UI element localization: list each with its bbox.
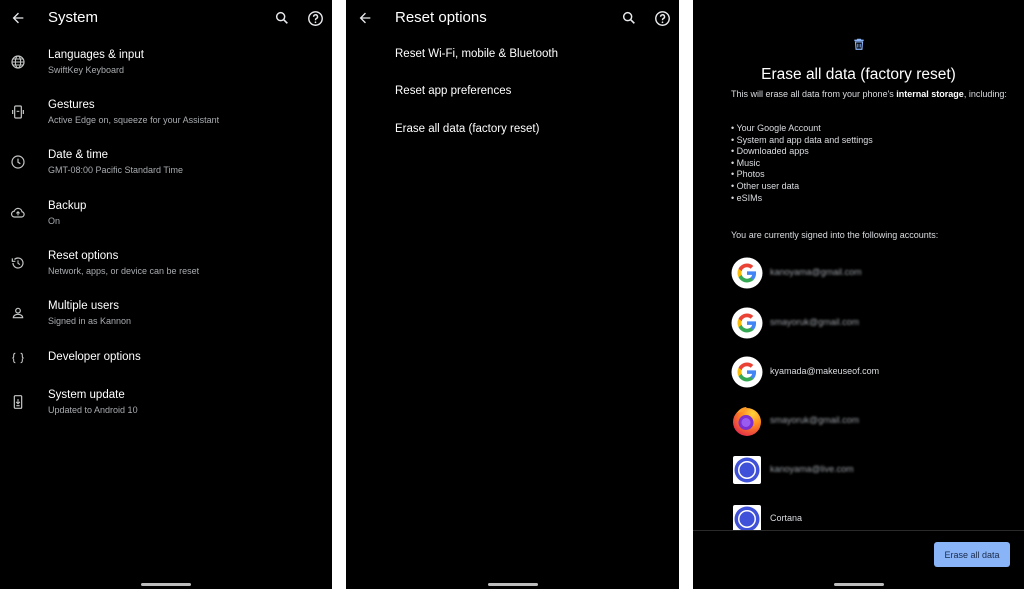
google-logo-icon	[731, 307, 763, 339]
help-button[interactable]	[303, 6, 327, 30]
settings-item-languages[interactable]: Languages & input SwiftKey Keyboard	[0, 40, 332, 84]
reset-wifi-mobile-bluetooth[interactable]: Reset Wi-Fi, mobile & Bluetooth	[346, 40, 679, 70]
page-title: System	[48, 9, 99, 26]
system-settings-screen: System Languages & input SwiftKey Keyboa…	[0, 0, 332, 589]
google-logo-icon	[731, 257, 763, 289]
back-button[interactable]	[6, 6, 30, 30]
list-item: • Downloaded apps	[731, 146, 809, 157]
reset-app-preferences[interactable]: Reset app preferences	[346, 77, 679, 107]
settings-item-gestures[interactable]: Gestures Active Edge on, squeeze for you…	[0, 90, 332, 134]
settings-item-subtitle: Signed in as Kannon	[48, 316, 132, 326]
firefox-logo-icon	[731, 405, 763, 437]
factory-reset-content[interactable]: Erase all data (factory reset) This will…	[693, 0, 1024, 530]
gesture-nav-handle[interactable]	[141, 583, 191, 586]
settings-item-date-time[interactable]: Date & time GMT-08:00 Pacific Standard T…	[0, 140, 332, 184]
cortana-logo-icon	[731, 454, 763, 486]
help-button[interactable]	[650, 6, 674, 30]
settings-item-title: System update	[48, 389, 125, 401]
settings-item-subtitle: Updated to Android 10	[48, 405, 138, 415]
erase-description-text: , including:	[963, 89, 1007, 99]
account-email: kanoyama@live.com	[770, 464, 854, 474]
search-button[interactable]	[617, 6, 641, 30]
account-row: smayoruk@gmail.com	[731, 307, 1011, 341]
back-button[interactable]	[353, 6, 377, 30]
settings-item-title: Backup	[48, 200, 87, 212]
settings-item-title: Reset options	[48, 250, 119, 262]
arrow-back-icon	[359, 12, 371, 24]
page-title: Reset options	[395, 9, 487, 26]
account-email: kyamada@makeuseof.com	[770, 366, 880, 376]
arrow-back-icon	[12, 12, 24, 24]
history-icon	[9, 254, 27, 272]
settings-item-subtitle: On	[48, 216, 61, 226]
list-item: • System and app data and settings	[731, 134, 873, 145]
erase-description-text: This will erase all data from your phone…	[731, 89, 897, 99]
account-row: Cortana	[731, 503, 1011, 530]
account-row: kanoyama@gmail.com	[731, 257, 1011, 291]
search-icon	[622, 11, 635, 24]
cloud-upload-icon	[9, 204, 27, 222]
help-icon	[307, 10, 323, 26]
list-item: • Music	[731, 157, 761, 168]
globe-icon	[9, 53, 27, 71]
search-icon	[275, 11, 288, 24]
signed-in-accounts-label: You are currently signed into the follow…	[731, 230, 939, 240]
bottom-divider	[693, 530, 1024, 531]
phone-gesture-icon	[9, 103, 27, 121]
settings-item-title: Developer options	[48, 351, 141, 363]
settings-item-title: Date & time	[48, 149, 109, 161]
reset-item-label: Reset Wi-Fi, mobile & Bluetooth	[395, 48, 558, 60]
help-icon	[654, 10, 670, 26]
list-item: • eSIMs	[731, 192, 763, 203]
gesture-nav-handle[interactable]	[487, 583, 538, 586]
account-row: kanoyama@live.com	[731, 454, 1011, 488]
reset-item-label: Reset app preferences	[395, 85, 512, 97]
list-item: • Your Google Account	[731, 123, 821, 133]
settings-item-backup[interactable]: Backup On	[0, 191, 332, 235]
settings-item-title: Gestures	[48, 99, 95, 111]
settings-item-system-update[interactable]: System update Updated to Android 10	[0, 380, 332, 424]
account-email: smayoruk@gmail.com	[770, 317, 860, 327]
account-row: kyamada@makeuseof.com	[731, 356, 1011, 390]
settings-item-reset-options[interactable]: Reset options Network, apps, or device c…	[0, 241, 332, 285]
cortana-logo-icon	[731, 503, 763, 530]
top-app-bar: Reset options	[346, 0, 679, 36]
erase-items-list: • Your Google Account • System and app d…	[731, 123, 873, 204]
erase-all-data-button[interactable]: Erase all data	[934, 542, 1010, 567]
braces-icon	[9, 349, 27, 367]
erase-description: This will erase all data from your phone…	[731, 88, 1010, 100]
settings-item-title: Multiple users	[48, 300, 119, 312]
settings-item-subtitle: SwiftKey Keyboard	[48, 65, 125, 75]
google-logo-icon	[731, 356, 763, 388]
account-email: kanoyama@gmail.com	[770, 267, 862, 277]
settings-item-subtitle: Active Edge on, squeeze for your Assista…	[48, 115, 220, 125]
internal-storage-label: internal storage	[896, 89, 964, 99]
search-button[interactable]	[270, 6, 294, 30]
list-item: • Photos	[731, 169, 765, 180]
clock-icon	[9, 153, 27, 171]
settings-item-subtitle: GMT-08:00 Pacific Standard Time	[48, 165, 184, 175]
settings-item-developer-options[interactable]: Developer options	[0, 336, 332, 380]
reset-options-screen: Reset options Reset Wi-Fi, mobile & Blue…	[346, 0, 679, 589]
trash-icon	[852, 37, 866, 51]
top-app-bar: System	[0, 0, 332, 36]
account-row: smayoruk@gmail.com	[731, 405, 1011, 439]
settings-item-multiple-users[interactable]: Multiple users Signed in as Kannon	[0, 291, 332, 335]
person-icon	[9, 304, 27, 322]
system-update-icon	[9, 393, 27, 411]
reset-item-label: Erase all data (factory reset)	[395, 123, 540, 135]
gesture-nav-handle[interactable]	[833, 583, 884, 586]
factory-reset-screen: Erase all data (factory reset) This will…	[693, 0, 1024, 589]
settings-item-subtitle: Network, apps, or device can be reset	[48, 266, 200, 276]
account-email: smayoruk@gmail.com	[770, 415, 860, 425]
list-item: • Other user data	[731, 180, 800, 191]
settings-item-title: Languages & input	[48, 49, 144, 61]
page-title: Erase all data (factory reset)	[761, 66, 956, 83]
erase-all-data-factory-reset[interactable]: Erase all data (factory reset)	[346, 115, 679, 145]
account-email: Cortana	[770, 513, 803, 523]
